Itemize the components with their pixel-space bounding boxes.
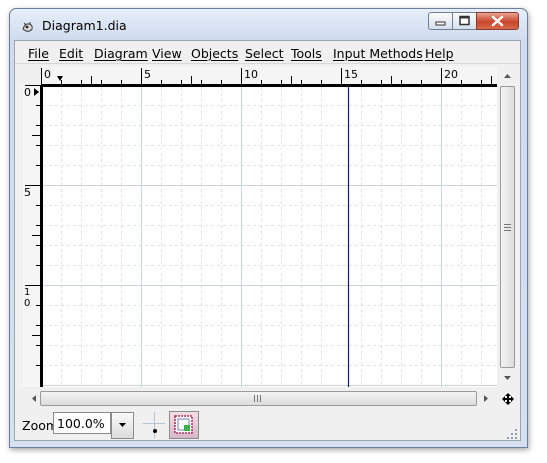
ruler-left-label-10b: 0	[24, 298, 30, 309]
snap-to-objects-toggle[interactable]	[169, 411, 199, 439]
scroll-up-icon[interactable]	[504, 74, 511, 78]
vertical-grip-icon	[504, 224, 511, 231]
resize-grip-icon[interactable]	[506, 428, 518, 440]
dia-app-icon[interactable]	[20, 19, 36, 35]
menu-input-methods[interactable]: Input Methods	[333, 46, 423, 61]
menu-edit[interactable]: Edit	[59, 46, 83, 61]
snap-to-objects-icon	[174, 415, 193, 434]
ruler-top-label-5: 5	[144, 68, 151, 81]
menu-objects[interactable]: Objects	[191, 46, 238, 61]
ruler-position-marker	[57, 76, 63, 81]
ruler-left-label-0: 0	[24, 86, 31, 99]
menu-bar: File Edit Diagram View Objects Select To…	[15, 41, 520, 64]
ruler-position-marker-vertical	[34, 88, 39, 96]
zoom-dropdown-button[interactable]	[111, 412, 134, 439]
minimize-icon	[435, 21, 446, 26]
horizontal-ruler: 0 5 10 15 20	[41, 66, 497, 85]
close-icon	[491, 15, 504, 27]
menu-file[interactable]: File	[28, 46, 49, 61]
snap-to-grid-icon[interactable]	[143, 412, 165, 438]
ruler-top-label-20: 20	[444, 68, 458, 81]
zoom-input[interactable]: 100.0%	[53, 412, 111, 434]
window-title: Diagram1.dia	[42, 18, 127, 33]
close-button[interactable]	[476, 12, 519, 30]
ruler-top-label-10: 10	[244, 68, 258, 81]
maximize-icon	[459, 15, 470, 26]
vertical-ruler: 0 5 1 0	[23, 85, 41, 387]
horizontal-ruler-ticks: 0 5 10 15 20	[41, 68, 492, 84]
menu-select[interactable]: Select	[245, 46, 284, 61]
canvas-grid	[43, 87, 497, 387]
menu-help[interactable]: Help	[425, 46, 454, 61]
horizontal-grip-icon	[254, 395, 261, 402]
vertical-scroll-thumb[interactable]	[500, 86, 515, 368]
chevron-down-icon	[119, 423, 126, 427]
scroll-left-icon[interactable]	[32, 395, 36, 402]
scroll-right-icon[interactable]	[484, 395, 488, 402]
ruler-left-label-5: 5	[24, 186, 31, 199]
scroll-down-icon[interactable]	[504, 376, 511, 380]
ruler-top-label-0: 0	[44, 68, 51, 81]
menu-tools[interactable]: Tools	[291, 46, 322, 61]
four-way-arrow-icon[interactable]	[501, 392, 515, 406]
menu-view[interactable]: View	[152, 46, 182, 61]
menu-diagram[interactable]: Diagram	[94, 46, 148, 61]
diagram-canvas[interactable]	[41, 85, 497, 387]
ruler-left-label-10a: 1	[24, 287, 30, 298]
ruler-corner	[23, 66, 41, 85]
minimize-button[interactable]	[428, 12, 453, 30]
ruler-top-label-15: 15	[344, 68, 358, 81]
maximize-button[interactable]	[452, 12, 477, 30]
vertical-ruler-ticks: 0 5 1 0	[24, 85, 40, 366]
horizontal-scroll-thumb[interactable]	[40, 391, 477, 406]
